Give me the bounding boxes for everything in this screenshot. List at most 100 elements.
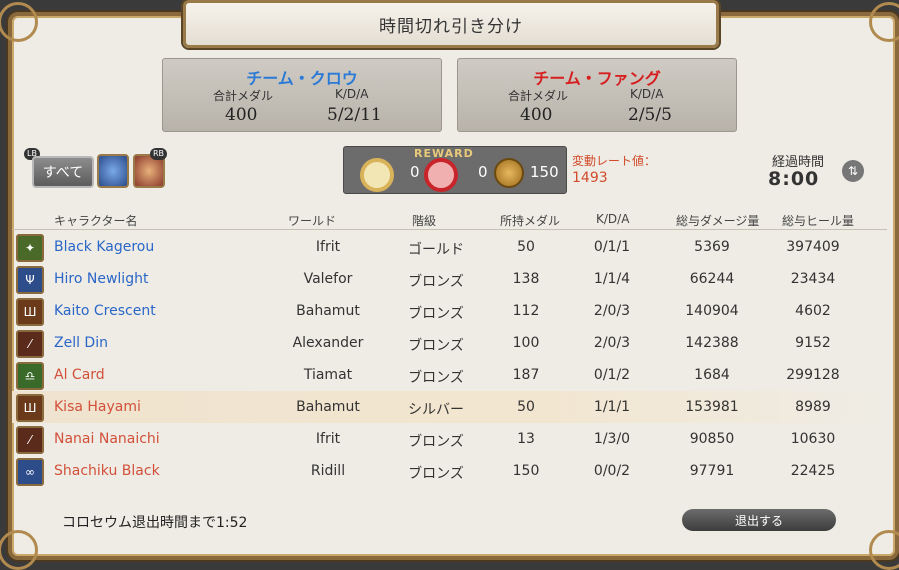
ornament-corner: [869, 530, 899, 570]
filter-all-button[interactable]: すべて: [32, 156, 94, 188]
col-header-name[interactable]: キャラクター名: [54, 212, 138, 229]
col-header-rank[interactable]: 階級: [412, 212, 436, 229]
player-name[interactable]: Nanai Nanaichi: [54, 431, 160, 447]
player-damage: 66244: [689, 271, 735, 287]
player-heal: 4602: [795, 303, 831, 319]
player-damage: 140904: [685, 303, 739, 319]
player-name[interactable]: Kaito Crescent: [54, 303, 156, 319]
player-medals: 50: [517, 399, 535, 415]
team-a-summary: チーム・クロウ 合計メダル K/D/A 400 5/2/11: [162, 58, 442, 132]
player-kda: 2/0/3: [593, 335, 631, 351]
filter-all-label: すべて: [42, 165, 84, 181]
col-header-world[interactable]: ワールド: [288, 212, 336, 229]
player-medals: 187: [512, 367, 540, 383]
table-row[interactable]: ✦ Black Kagerou Ifrit ゴールド 50 0/1/1 5369 397409: [12, 231, 887, 263]
header-divider: [12, 229, 887, 230]
filter-team-a-icon[interactable]: [97, 154, 129, 188]
warrior-icon: Ш: [16, 394, 44, 422]
player-damage: 90850: [689, 431, 735, 447]
player-rank: シルバー: [408, 402, 464, 418]
team-b-kda: 2/5/5: [628, 105, 672, 125]
team-a-kda: 5/2/11: [327, 105, 382, 125]
player-world: Alexander: [292, 335, 364, 351]
team-a-medals: 400: [225, 105, 258, 125]
player-name[interactable]: Kisa Hayami: [54, 399, 141, 415]
player-heal: 23434: [790, 271, 836, 287]
player-world: Ifrit: [315, 431, 341, 447]
reward-count: 150: [530, 163, 559, 181]
player-rank: ブロンズ: [408, 466, 464, 482]
player-rank: ブロンズ: [408, 434, 464, 450]
table-row[interactable]: Ш Kaito Crescent Bahamut ブロンズ 112 2/0/3 140904…: [12, 295, 887, 327]
bronze-coin-icon: [494, 158, 524, 188]
player-world: Bahamut: [296, 303, 360, 319]
red-medal-icon: [424, 158, 458, 192]
team-b-kda-label: K/D/A: [630, 87, 664, 101]
player-kda: 2/0/3: [593, 303, 631, 319]
table-row[interactable]: Ш Kisa Hayami Bahamut シルバー 50 1/1/1 153981 8989: [12, 391, 887, 423]
col-header-medals[interactable]: 所持メダル: [500, 212, 560, 229]
player-medals: 13: [517, 431, 535, 447]
table-row[interactable]: ♎ Al Card Tiamat ブロンズ 187 0/1/2 1684 299128: [12, 359, 887, 391]
reward-panel: REWARD 0 0 150: [343, 146, 567, 194]
player-medals: 138: [512, 271, 540, 287]
player-name[interactable]: Shachiku Black: [54, 463, 160, 479]
player-damage: 97791: [689, 463, 735, 479]
team-b-summary: チーム・ファング 合計メダル K/D/A 400 2/5/5: [457, 58, 737, 132]
warrior-icon: Ш: [16, 298, 44, 326]
player-heal: 397409: [786, 239, 840, 255]
player-rank: ゴールド: [408, 242, 464, 258]
astrologian-icon: ✦: [16, 234, 44, 262]
player-name[interactable]: Black Kagerou: [54, 239, 154, 255]
window-title: 時間切れ引き分け: [379, 16, 523, 37]
player-name[interactable]: Zell Din: [54, 335, 108, 351]
player-medals: 150: [512, 463, 540, 479]
player-damage: 142388: [685, 335, 739, 351]
exit-button-label: 退出する: [734, 513, 783, 528]
dragoon-icon: ⁄: [16, 330, 44, 358]
player-damage: 5369: [694, 239, 730, 255]
rb-button-hint: RB: [150, 148, 168, 160]
reward-count: 0: [410, 163, 420, 181]
player-kda: 0/0/2: [593, 463, 631, 479]
player-name[interactable]: Hiro Newlight: [54, 271, 148, 287]
rate-value: 1493: [572, 170, 608, 186]
player-kda: 1/1/1: [593, 399, 631, 415]
table-row[interactable]: ⁄ Zell Din Alexander ブロンズ 100 2/0/3 142388 9152: [12, 327, 887, 359]
player-heal: 22425: [790, 463, 836, 479]
player-world: Tiamat: [303, 367, 353, 383]
team-a-name: チーム・クロウ: [246, 69, 358, 88]
ninja-icon: ∞: [16, 458, 44, 486]
gold-medal-outline-icon: [360, 158, 394, 192]
table-row[interactable]: ∞ Shachiku Black Ridill ブロンズ 150 0/0/2 97791 22…: [12, 455, 887, 487]
team-a-medals-label: 合計メダル: [213, 89, 274, 103]
col-header-kda[interactable]: K/D/A: [596, 212, 629, 226]
table-row[interactable]: ⁄ Nanai Nanaichi Ifrit ブロンズ 13 1/3/0 90850 1063…: [12, 423, 887, 455]
player-medals: 112: [512, 303, 540, 319]
player-damage: 153981: [685, 399, 739, 415]
reward-count: 0: [478, 163, 488, 181]
player-rank: ブロンズ: [408, 338, 464, 354]
player-heal: 299128: [786, 367, 840, 383]
col-header-heal[interactable]: 総与ヒール量: [782, 212, 854, 229]
player-rank: ブロンズ: [408, 370, 464, 386]
rate-label: 変動レート値：: [572, 154, 657, 168]
team-b-medals: 400: [520, 105, 553, 125]
player-name[interactable]: Al Card: [54, 367, 105, 383]
player-world: Ifrit: [315, 239, 341, 255]
player-heal: 10630: [790, 431, 836, 447]
player-kda: 0/1/2: [593, 367, 631, 383]
exit-countdown: コロセウム退出時間まで1:52: [62, 515, 248, 531]
player-rank: ブロンズ: [408, 274, 464, 290]
player-heal: 8989: [795, 399, 831, 415]
ornament-corner: [0, 2, 38, 42]
player-damage: 1684: [694, 367, 730, 383]
team-b-medals-label: 合計メダル: [508, 89, 569, 103]
paladin-icon: Ψ: [16, 266, 44, 294]
scholar-icon: ♎: [16, 362, 44, 390]
dragoon-icon: ⁄: [16, 426, 44, 454]
exit-button[interactable]: 退出する: [682, 509, 836, 531]
table-row[interactable]: Ψ Hiro Newlight Valefor ブロンズ 138 1/1/4 66244 23…: [12, 263, 887, 295]
sort-toggle-icon[interactable]: ⇅: [842, 160, 864, 182]
col-header-damage[interactable]: 総与ダメージ量: [676, 212, 759, 229]
